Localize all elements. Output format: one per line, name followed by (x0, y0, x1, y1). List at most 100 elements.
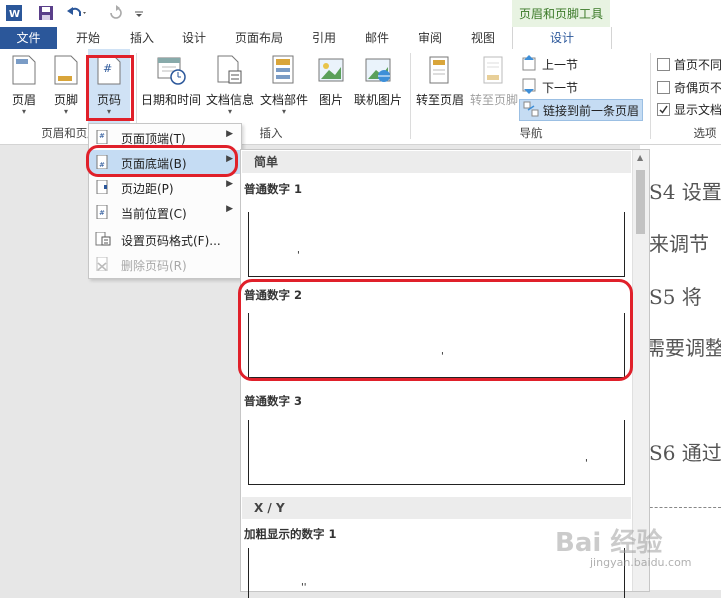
doc-line: S6 通过 (649, 441, 721, 465)
annotation-highlight (86, 145, 238, 177)
gallery-item-title: 普通数字 3 (244, 394, 303, 408)
doc-line: 来调节 (649, 232, 709, 256)
annotation-highlight (86, 55, 134, 121)
group-label-options: 选项 (693, 126, 717, 140)
group-separator (650, 53, 651, 139)
show-doc-text-label: 显示文档 (674, 102, 721, 117)
tab-home[interactable]: 开始 (64, 27, 112, 49)
watermark-logo: Bai 经验 (555, 528, 663, 558)
tab-hf-design[interactable]: 设计 (512, 27, 612, 50)
doc-parts-label: 文档部件 (259, 93, 308, 107)
prev-section-button[interactable]: 上一节 (522, 54, 578, 74)
goto-footer-label: 转至页脚 (469, 93, 518, 107)
watermark-url: jingyan.baidu.com (590, 556, 692, 569)
svg-text:#: # (99, 209, 105, 217)
format-page-number-icon (95, 231, 111, 249)
doc-line: S4 设置 (649, 180, 721, 204)
diff-odd-even-label: 奇偶页不 (674, 80, 721, 95)
menu-item-label: 设置页码格式(F)... (121, 234, 221, 248)
doc-line: S5 将 (649, 285, 702, 309)
menu-item-label: 删除页码(R) (121, 259, 187, 273)
menu-item-page-margins[interactable]: 页边距(P) ▶ (89, 175, 241, 199)
link-to-previous-label: 链接到前一条页眉 (543, 103, 640, 118)
redo-icon[interactable] (108, 4, 124, 22)
header-label: 页眉 (11, 93, 36, 107)
goto-header-button[interactable]: 转至页眉 (414, 49, 466, 127)
tab-mailings[interactable]: 邮件 (352, 27, 402, 49)
footer-button[interactable]: 页脚 ▾ (46, 49, 86, 127)
tab-references[interactable]: 引用 (298, 27, 350, 49)
menu-item-label: 当前位置(C) (121, 207, 187, 221)
next-section-button[interactable]: 下一节 (522, 77, 578, 97)
calendar-clock-icon (156, 55, 186, 88)
chevron-right-icon: ▶ (226, 179, 233, 189)
gallery-section-header: X / Y (242, 497, 631, 519)
chevron-down-icon: ▾ (227, 107, 232, 116)
tab-layout[interactable]: 页面布局 (226, 27, 292, 49)
header-button[interactable]: 页眉 ▾ (4, 49, 44, 127)
date-time-label: 日期和时间 (140, 93, 201, 107)
gallery-item-plain-number-1[interactable]: ' (248, 212, 625, 277)
menu-item-label: 页边距(P) (121, 182, 174, 196)
show-doc-text-checkbox[interactable]: 显示文档 (657, 99, 721, 119)
scrollbar-thumb[interactable] (636, 170, 645, 234)
chevron-right-icon: ▶ (226, 204, 233, 214)
gallery-item-plain-number-3[interactable]: ' (248, 420, 625, 485)
next-section-label: 下一节 (542, 80, 579, 95)
annotation-highlight (238, 279, 633, 381)
group-separator (410, 53, 411, 139)
menu-item-remove-page-numbers[interactable]: 删除页码(R) (89, 252, 241, 276)
doc-info-icon (217, 55, 243, 88)
goto-header-label: 转至页眉 (415, 93, 464, 107)
date-time-button[interactable]: 日期和时间 (140, 49, 202, 127)
chevron-down-icon: ▾ (21, 107, 26, 116)
gallery-section-header: 简单 (242, 151, 631, 173)
online-picture-icon (364, 55, 392, 88)
tab-file[interactable]: 文件 (0, 27, 57, 49)
doc-info-label: 文档信息 (205, 93, 254, 107)
context-tool-header: 页眉和页脚工具 (512, 0, 610, 28)
scroll-up-icon[interactable]: ▲ (637, 153, 643, 162)
next-section-icon (522, 78, 538, 97)
picture-label: 图片 (318, 93, 343, 107)
doc-parts-button[interactable]: 文档部件 ▾ (258, 49, 310, 127)
group-label-insert: 插入 (259, 126, 283, 140)
diff-odd-even-checkbox[interactable]: 奇偶页不 (657, 77, 721, 97)
group-label-navigation: 导航 (519, 126, 543, 140)
gallery-item-title: 加粗显示的数字 1 (244, 527, 337, 541)
svg-text:W: W (9, 9, 20, 20)
diff-first-page-label: 首页不同 (674, 57, 721, 72)
tab-review[interactable]: 审阅 (406, 27, 454, 49)
tab-design-doc[interactable]: 设计 (170, 27, 218, 49)
goto-header-icon (427, 55, 453, 88)
title-bar: W 页眉和页脚工具 (0, 0, 721, 28)
diff-first-page-checkbox[interactable]: 首页不同 (657, 54, 721, 74)
doc-info-button[interactable]: 文档信息 ▾ (204, 49, 256, 127)
current-position-icon: # (95, 204, 109, 222)
prev-section-label: 上一节 (542, 57, 579, 72)
menu-item-current-position[interactable]: # 当前位置(C) ▶ (89, 200, 241, 224)
customize-icon[interactable] (134, 4, 144, 22)
word-logo-icon: W (6, 4, 22, 22)
undo-icon[interactable] (66, 4, 88, 22)
goto-footer-button[interactable]: 转至页脚 (468, 49, 520, 127)
chevron-down-icon: ▾ (63, 107, 68, 116)
prev-section-icon (522, 54, 538, 74)
save-icon[interactable] (38, 4, 54, 22)
online-picture-button[interactable]: 联机图片 (352, 49, 404, 127)
picture-button[interactable]: 图片 (314, 49, 348, 127)
menu-item-format-page-numbers[interactable]: 设置页码格式(F)... (89, 227, 241, 251)
link-icon (523, 101, 539, 120)
checkbox[interactable] (657, 80, 670, 94)
doc-line: 需要调整 (645, 336, 721, 360)
checkbox[interactable] (657, 57, 670, 71)
header-icon (12, 55, 36, 88)
link-to-previous-button[interactable]: 链接到前一条页眉 (519, 99, 644, 121)
footer-icon (54, 55, 78, 88)
header-footer-divider (640, 507, 721, 508)
checkbox-checked[interactable] (657, 102, 670, 116)
doc-parts-icon (271, 55, 297, 88)
tab-insert[interactable]: 插入 (118, 27, 166, 49)
tab-view[interactable]: 视图 (460, 27, 506, 49)
ribbon-tabs: 文件 开始 插入 设计 页面布局 引用 邮件 审阅 视图 设计 (0, 27, 721, 50)
